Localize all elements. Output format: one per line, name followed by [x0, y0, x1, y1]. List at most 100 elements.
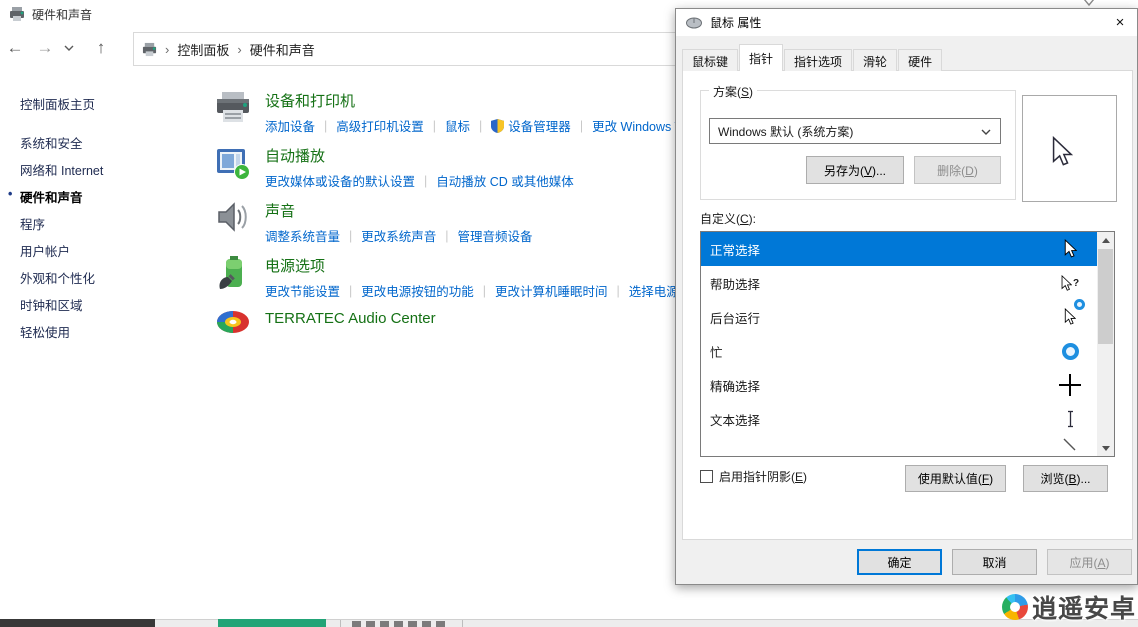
sidebar-item-user-accounts[interactable]: 用户帐户	[0, 237, 200, 264]
cursor-row-normal-select[interactable]: 正常选择	[701, 232, 1097, 266]
clipped-text-sliver	[352, 621, 448, 627]
sidebar-item-hardware-sound[interactable]: •硬件和声音	[0, 183, 200, 210]
sidebar-item-network-internet[interactable]: 网络和 Internet	[0, 156, 200, 183]
mouse-properties-dialog: 鼠标 属性 × 鼠标键 指针 指针选项 滑轮 硬件 方案(S) Windows …	[675, 8, 1138, 585]
category-sound: 声音 调整系统音量 | 更改系统声音 | 管理音频设备	[213, 200, 675, 245]
breadcrumb-separator-icon: ›	[237, 42, 241, 57]
category-title[interactable]: TERRATEC Audio Center	[265, 310, 436, 327]
scrollbar-thumb[interactable]	[1098, 249, 1113, 344]
category-links: 添加设备 | 高级打印机设置 | 鼠标 | 设备管理器 | 更改 Windows…	[265, 116, 675, 135]
scroll-down-icon[interactable]	[1097, 440, 1114, 456]
category-title[interactable]: 电源选项	[265, 255, 675, 276]
breadcrumb-control-panel[interactable]: 控制面板	[177, 40, 229, 59]
category-links: 更改媒体或设备的默认设置 | 自动播放 CD 或其他媒体	[265, 171, 574, 190]
cursor-row-help-select[interactable]: 帮助选择 ?	[701, 266, 1097, 300]
memu-logo-icon	[1002, 594, 1028, 620]
window-titlebar: 硬件和声音	[0, 0, 92, 28]
chevron-down-icon	[981, 129, 991, 135]
customize-label: 自定义(C):	[700, 210, 756, 227]
link-manage-audio-devices[interactable]: 管理音频设备	[458, 226, 533, 245]
clipped-window-edge	[0, 619, 1138, 627]
cursor-row-working-background[interactable]: 后台运行	[701, 300, 1097, 334]
power-options-icon	[213, 255, 253, 295]
tab-hardware[interactable]: 硬件	[898, 49, 942, 71]
handwriting-cursor-icon	[1057, 436, 1083, 454]
sidebar: 控制面板主页 系统和安全 网络和 Internet •硬件和声音 程序 用户帐户…	[0, 90, 200, 345]
watermark-text: 逍遥安卓	[1032, 589, 1136, 625]
sidebar-item-appearance[interactable]: 外观和个性化	[0, 264, 200, 291]
clipped-dark-bar	[0, 619, 155, 627]
link-device-manager[interactable]: 设备管理器	[491, 116, 571, 135]
category-power-options: 电源选项 更改节能设置 | 更改电源按钮的功能 | 更改计算机睡眠时间 | 选择…	[213, 255, 675, 300]
pointers-tab-page: 方案(S) Windows 默认 (系统方案) 另存为(V)... 删除(D) …	[682, 70, 1133, 540]
link-adjust-volume[interactable]: 调整系统音量	[265, 226, 340, 245]
link-autoplay-cd[interactable]: 自动播放 CD 或其他媒体	[436, 171, 574, 190]
link-add-device[interactable]: 添加设备	[265, 116, 315, 135]
clipped-separator	[340, 620, 341, 627]
pointer-shadow-checkbox[interactable]	[700, 470, 713, 483]
category-title[interactable]: 自动播放	[265, 145, 574, 166]
up-icon[interactable]: ↑	[86, 38, 116, 58]
link-change-default-media-settings[interactable]: 更改媒体或设备的默认设置	[265, 171, 415, 190]
link-windows-to-go[interactable]: 更改 Windows To	[592, 116, 675, 135]
printer-icon	[213, 90, 253, 130]
tab-buttons[interactable]: 鼠标键	[682, 49, 738, 71]
cursor-row-partial[interactable]	[701, 436, 1097, 456]
window-title: 硬件和声音	[32, 6, 92, 23]
link-change-power-saving[interactable]: 更改节能设置	[265, 281, 340, 300]
breadcrumb[interactable]: › 控制面板 › 硬件和声音	[133, 32, 678, 66]
memu-watermark: 逍遥安卓	[1002, 589, 1136, 625]
use-default-button[interactable]: 使用默认值(F)	[905, 465, 1006, 492]
scrollbar[interactable]	[1097, 232, 1114, 456]
sidebar-item-clock-region[interactable]: 时钟和区域	[0, 291, 200, 318]
category-autoplay: 自动播放 更改媒体或设备的默认设置 | 自动播放 CD 或其他媒体	[213, 145, 675, 190]
breadcrumb-separator-icon: ›	[165, 42, 169, 57]
help-cursor-icon: ?	[1057, 275, 1083, 292]
delete-button[interactable]: 删除(D)	[914, 156, 1001, 184]
ok-button[interactable]: 确定	[857, 549, 942, 575]
recent-pages-chevron-icon[interactable]	[60, 45, 78, 51]
arrow-cursor-icon	[1051, 136, 1073, 168]
speaker-icon	[213, 200, 253, 240]
sidebar-item-system-security[interactable]: 系统和安全	[0, 129, 200, 156]
apply-button[interactable]: 应用(A)	[1047, 549, 1132, 575]
screen: 硬件和声音 ← → ↑ › 控制面板 › 硬件和声音 控制面板主页 系统和安全 …	[0, 0, 1138, 627]
precision-cursor-icon	[1057, 374, 1083, 396]
tab-pointer-options[interactable]: 指针选项	[784, 49, 852, 71]
forward-icon[interactable]: →	[30, 38, 60, 58]
uac-shield-icon	[491, 119, 504, 133]
link-sleep-time[interactable]: 更改计算机睡眠时间	[495, 281, 608, 300]
save-as-button[interactable]: 另存为(V)...	[806, 156, 904, 184]
clipped-separator	[462, 620, 463, 627]
sidebar-item-ease-of-access[interactable]: 轻松使用	[0, 318, 200, 345]
link-change-system-sounds[interactable]: 更改系统声音	[361, 226, 436, 245]
sidebar-item-programs[interactable]: 程序	[0, 210, 200, 237]
cancel-button[interactable]: 取消	[952, 549, 1037, 575]
link-advanced-printer-setup[interactable]: 高级打印机设置	[336, 116, 424, 135]
tab-wheel[interactable]: 滑轮	[853, 49, 897, 71]
cursor-row-text-select[interactable]: 文本选择	[701, 402, 1097, 436]
sidebar-item-home[interactable]: 控制面板主页	[0, 90, 200, 117]
category-title[interactable]: 声音	[265, 200, 533, 221]
scheme-selected-value: Windows 默认 (系统方案)	[718, 123, 853, 140]
category-devices-printers: 设备和打印机 添加设备 | 高级打印机设置 | 鼠标 | 设备管理器 | 更改 …	[213, 90, 675, 135]
close-icon[interactable]: ×	[1103, 9, 1137, 36]
back-icon[interactable]: ←	[0, 38, 30, 58]
clipped-search-chevron-icon	[1082, 0, 1096, 7]
tab-pointers[interactable]: 指针	[739, 44, 783, 71]
cursor-row-busy[interactable]: 忙	[701, 334, 1097, 368]
link-mouse[interactable]: 鼠标	[445, 116, 470, 135]
pointer-preview	[1022, 95, 1117, 202]
busy-cursor-icon	[1057, 343, 1083, 360]
category-title[interactable]: 设备和打印机	[265, 90, 675, 111]
cursor-row-precision-select[interactable]: 精确选择	[701, 368, 1097, 402]
breadcrumb-hardware-sound[interactable]: 硬件和声音	[250, 40, 315, 59]
clipped-teal-button	[218, 619, 326, 627]
tab-strip: 鼠标键 指针 指针选项 滑轮 硬件	[682, 44, 943, 71]
category-links: 调整系统音量 | 更改系统声音 | 管理音频设备	[265, 226, 533, 245]
link-choose-power-plan[interactable]: 选择电源计	[629, 281, 675, 300]
scheme-select[interactable]: Windows 默认 (系统方案)	[709, 118, 1001, 144]
browse-button[interactable]: 浏览(B)...	[1023, 465, 1108, 492]
scroll-up-icon[interactable]	[1097, 232, 1114, 248]
link-power-button-function[interactable]: 更改电源按钮的功能	[361, 281, 474, 300]
